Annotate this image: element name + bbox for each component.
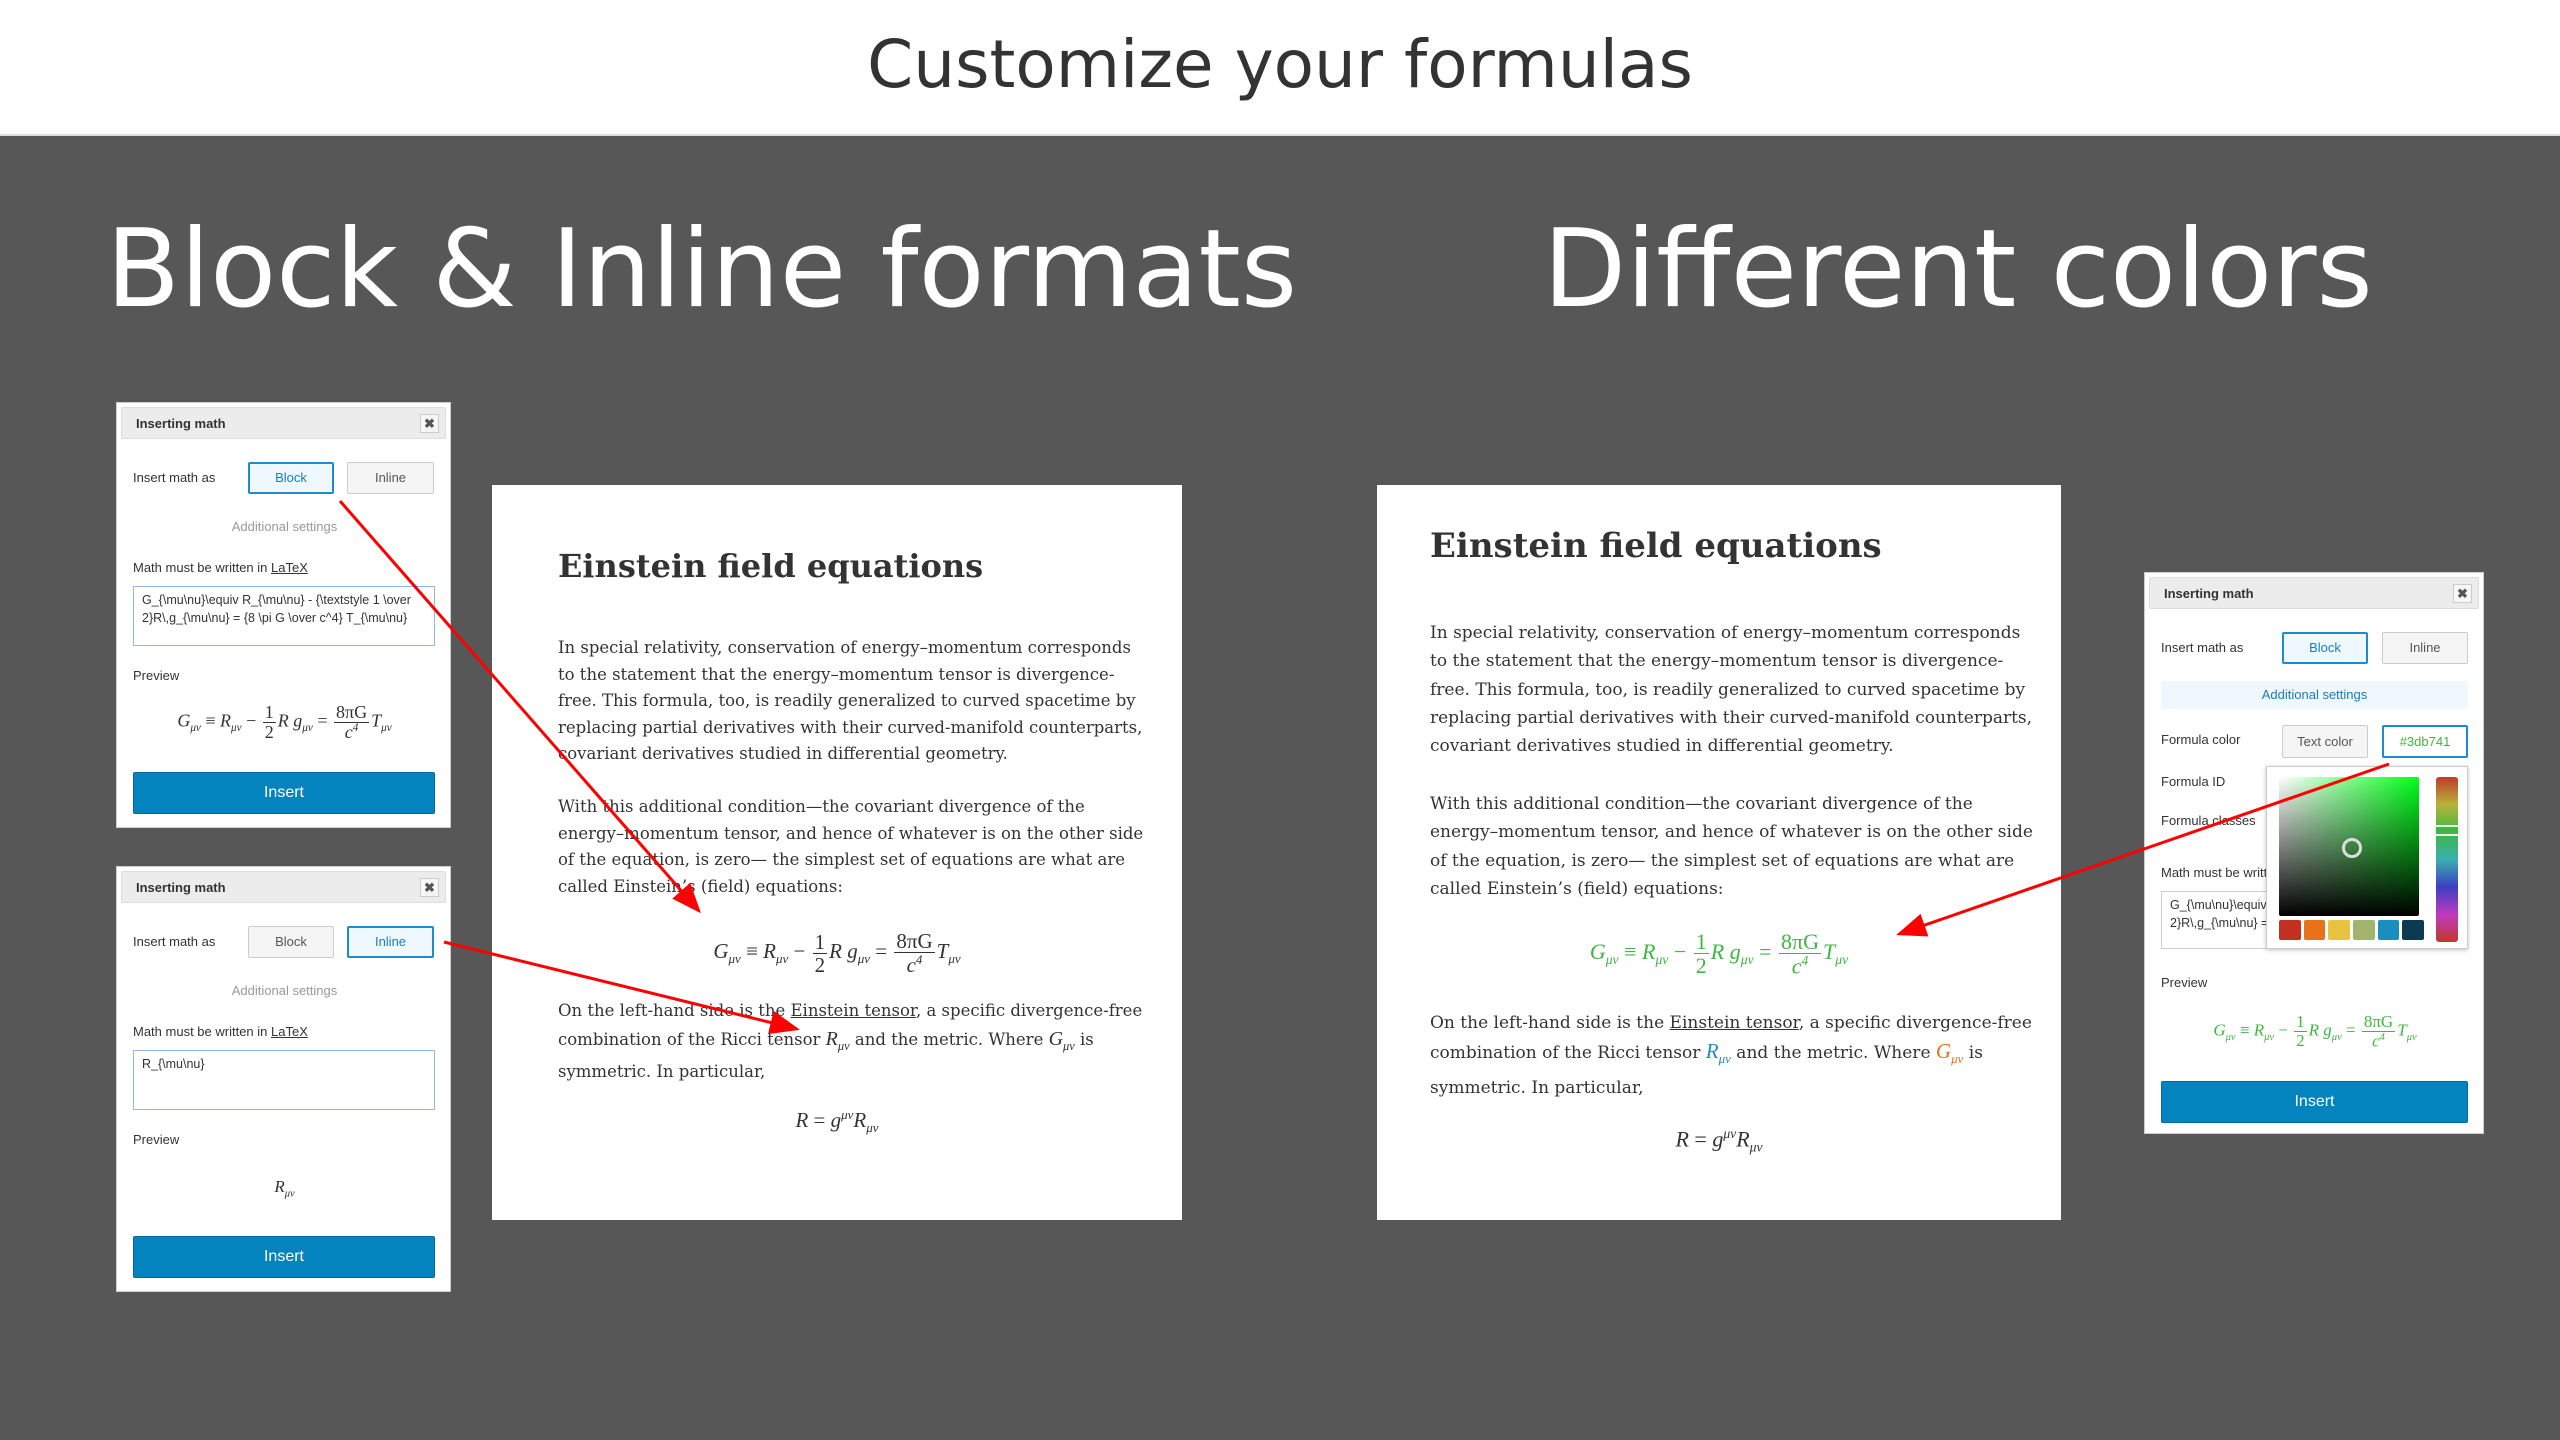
einstein-formula: Gμν ≡ Rμν − 12R gμν = 8πG c4 Tμν bbox=[713, 929, 961, 978]
einstein-formula: Gμν ≡ Rμν − 12R gμν = 8πG c4 Tμν bbox=[1589, 929, 1849, 979]
preview-formula-green: Gμν ≡ Rμν − 12R gμν = 8πG c4 Tμν bbox=[2145, 1013, 2485, 1050]
color-value-input[interactable]: #3db741 bbox=[2382, 725, 2468, 758]
color-swatch[interactable] bbox=[2353, 920, 2375, 940]
color-picker-handle[interactable] bbox=[2342, 838, 2362, 858]
insert-math-dialog-inline: Inserting math ✖ Insert math as Block Inl… bbox=[116, 866, 451, 1292]
formula-id-label: Formula ID bbox=[2161, 774, 2226, 789]
color-swatch[interactable] bbox=[2328, 920, 2351, 940]
inline-formula-ricci-blue: Rμν bbox=[1705, 1039, 1731, 1067]
ricci-formula: R = gμνRμν bbox=[795, 1107, 879, 1136]
einstein-tensor-link[interactable]: Einstein tensor bbox=[1670, 1013, 1799, 1033]
block-formula-green: Gμν ≡ Rμν − 12R gμν = 8πG c4 Tμν bbox=[1377, 930, 2061, 978]
insert-as-label: Insert math as bbox=[2161, 640, 2244, 655]
ricci-formula: R = gμνRμν bbox=[1675, 1126, 1763, 1155]
dialog-header: Inserting math ✖ bbox=[121, 871, 446, 903]
color-swatch[interactable] bbox=[2279, 920, 2301, 940]
article-paragraph: With this additional condition—the covar… bbox=[1430, 794, 2033, 899]
latex-textarea[interactable]: R_{\mu\nu} bbox=[133, 1050, 435, 1110]
page-header: Customize your formulas bbox=[0, 0, 2560, 136]
color-swatch[interactable] bbox=[2377, 920, 2400, 940]
color-swatch[interactable] bbox=[2402, 920, 2425, 940]
einstein-formula: Gμν ≡ Rμν − 12R gμν = 8πG c4 Tμν bbox=[2213, 1012, 2417, 1051]
latex-textarea[interactable]: G_{\mu\nu}\equiv R_{\mu\nu} - {\textstyl… bbox=[133, 586, 435, 646]
preview-formula: Rμν bbox=[274, 1177, 295, 1200]
insert-button[interactable]: Insert bbox=[133, 1236, 435, 1278]
additional-settings-toggle[interactable]: Additional settings bbox=[2161, 681, 2468, 709]
article-paragraph: On the left-hand side is the Einstein te… bbox=[558, 1001, 1143, 1081]
color-swatch[interactable] bbox=[2303, 920, 2326, 940]
latex-label: Math must be written in bbox=[133, 1024, 271, 1039]
dialog-title: Inserting math bbox=[2164, 586, 2254, 601]
hue-slider-handle[interactable] bbox=[2434, 825, 2460, 836]
section-title-formats: Block & Inline formats bbox=[106, 207, 1298, 332]
insert-math-dialog-colors: Inserting math ✖ Insert math as Block Inl… bbox=[2144, 572, 2484, 1134]
insert-button[interactable]: Insert bbox=[133, 772, 435, 814]
ricci-block-formula: R = gμνRμν bbox=[1377, 1120, 2061, 1162]
latex-link[interactable]: LaTeX bbox=[271, 560, 308, 575]
article-paragraph: In special relativity, conservation of e… bbox=[1430, 623, 2033, 757]
article-paragraph: On the left-hand side is the Einstein te… bbox=[1430, 1013, 2032, 1098]
preview-label: Preview bbox=[2161, 975, 2208, 990]
insert-math-dialog-block: Inserting math ✖ Insert math as Block Inl… bbox=[116, 402, 451, 828]
latex-label: Math must be writt bbox=[2161, 865, 2268, 880]
close-icon[interactable]: ✖ bbox=[420, 414, 439, 433]
inline-button[interactable]: Inline bbox=[2382, 632, 2468, 664]
block-button[interactable]: Block bbox=[248, 926, 334, 958]
section-title-colors: Different colors bbox=[1543, 207, 2373, 332]
article-title: Einstein field equations bbox=[558, 547, 984, 585]
formula-color-label: Formula color bbox=[2161, 732, 2241, 747]
dialog-title: Inserting math bbox=[136, 416, 226, 431]
color-swatches bbox=[2279, 920, 2425, 940]
inline-button[interactable]: Inline bbox=[347, 462, 434, 494]
preview-label: Preview bbox=[133, 1132, 180, 1147]
article-title: Einstein field equations bbox=[1430, 526, 1882, 566]
insert-as-label: Insert math as bbox=[133, 934, 216, 949]
insert-as-label: Insert math as bbox=[133, 470, 216, 485]
dialog-title: Inserting math bbox=[136, 880, 226, 895]
formula-classes-label: Formula classes bbox=[2161, 813, 2256, 828]
close-icon[interactable]: ✖ bbox=[2453, 584, 2472, 603]
einstein-tensor-link[interactable]: Einstein tensor bbox=[791, 1001, 916, 1020]
latex-label: Math must be written in bbox=[133, 560, 271, 575]
article-preview-colors: Einstein field equations In special rela… bbox=[1377, 485, 2061, 1220]
inline-button[interactable]: Inline bbox=[347, 926, 434, 958]
block-button[interactable]: Block bbox=[2282, 632, 2368, 664]
article-paragraph: In special relativity, conservation of e… bbox=[558, 638, 1143, 763]
dialog-header: Inserting math ✖ bbox=[2149, 577, 2479, 609]
ricci-block-formula: R = gμνRμν bbox=[492, 1102, 1182, 1142]
preview-label: Preview bbox=[133, 668, 180, 683]
preview-formula: Gμν ≡ Rμν − 12R gμν = 8πG c4 Tμν bbox=[117, 703, 452, 742]
inline-formula-g: Gμν bbox=[1048, 1027, 1075, 1053]
article-paragraph: With this additional condition—the covar… bbox=[558, 797, 1144, 896]
einstein-formula: Gμν ≡ Rμν − 12R gμν = 8πG c4 Tμν bbox=[177, 702, 392, 742]
inline-formula-ricci: Rμν bbox=[825, 1027, 850, 1053]
dialog-header: Inserting math ✖ bbox=[121, 407, 446, 439]
additional-settings-toggle[interactable]: Additional settings bbox=[117, 983, 452, 998]
additional-settings-toggle[interactable]: Additional settings bbox=[117, 519, 452, 534]
page-title: Customize your formulas bbox=[867, 26, 1693, 103]
text-color-button[interactable]: Text color bbox=[2282, 725, 2368, 758]
saturation-value-area[interactable] bbox=[2279, 777, 2419, 916]
close-icon[interactable]: ✖ bbox=[420, 878, 439, 897]
latex-link[interactable]: LaTeX bbox=[271, 1024, 308, 1039]
color-picker-popup bbox=[2266, 766, 2468, 949]
block-button[interactable]: Block bbox=[248, 462, 334, 494]
insert-button[interactable]: Insert bbox=[2161, 1081, 2468, 1123]
article-preview-block-inline: Einstein field equations In special rela… bbox=[492, 485, 1182, 1220]
hue-slider[interactable] bbox=[2434, 777, 2460, 942]
inline-formula-g-orange: Gμν bbox=[1935, 1039, 1964, 1067]
block-formula: Gμν ≡ Rμν − 12R gμν = 8πG c4 Tμν bbox=[492, 930, 1182, 976]
